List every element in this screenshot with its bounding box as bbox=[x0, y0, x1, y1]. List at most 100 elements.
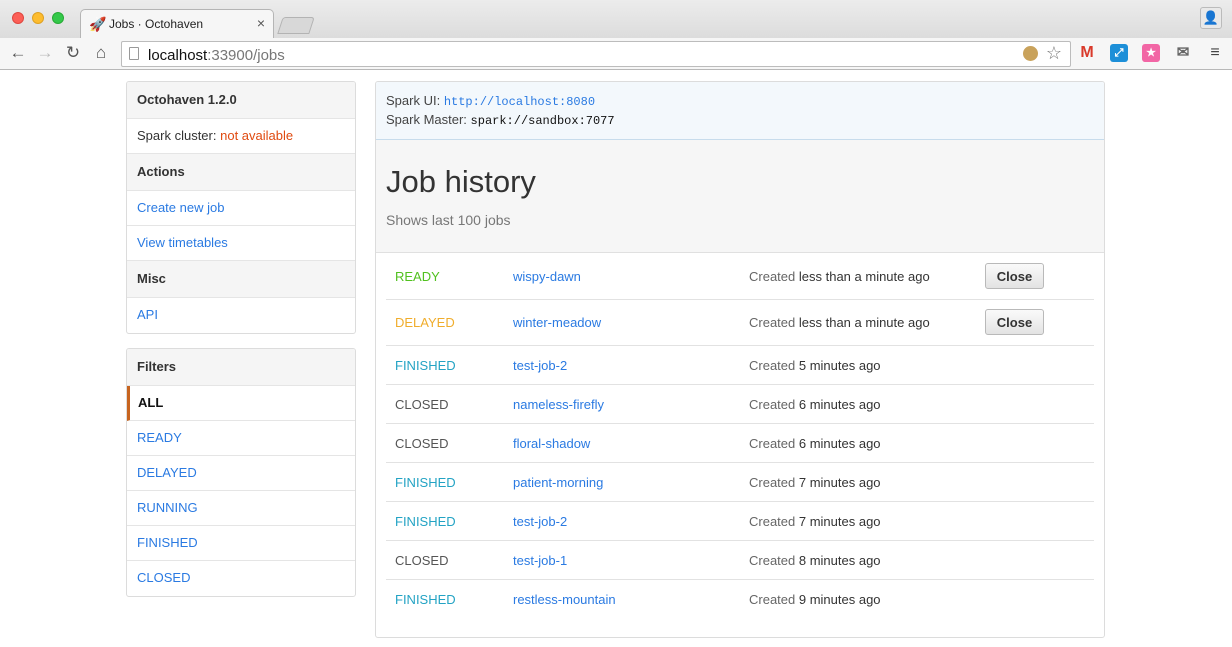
job-row: FINISHED test-job-2 Created 7 minutes ago bbox=[386, 502, 1094, 541]
browser-titlebar: 🚀 Jobs · Octohaven × 👤 bbox=[0, 0, 1232, 38]
job-name-link[interactable]: test-job-2 bbox=[513, 358, 567, 373]
created-label: Created bbox=[749, 553, 796, 568]
actions-heading: Actions bbox=[127, 154, 355, 191]
job-name-link[interactable]: wispy-dawn bbox=[513, 269, 581, 284]
close-job-button[interactable]: Close bbox=[985, 263, 1044, 289]
forward-icon[interactable]: → bbox=[35, 43, 55, 63]
job-age: 8 minutes ago bbox=[798, 553, 881, 568]
app-title: Octohaven 1.2.0 bbox=[127, 82, 355, 119]
address-bar[interactable]: localhost:33900/jobs ☆ bbox=[121, 41, 1071, 67]
filters-heading: Filters bbox=[127, 349, 355, 386]
spark-ui-link[interactable]: http://localhost:8080 bbox=[444, 95, 595, 109]
created-label: Created bbox=[749, 269, 796, 284]
spark-info: Spark UI: http://localhost:8080 Spark Ma… bbox=[376, 82, 1104, 140]
back-icon[interactable]: ← bbox=[8, 43, 28, 63]
cookie-icon[interactable] bbox=[1023, 46, 1038, 61]
create-new-job-link[interactable]: Create new job bbox=[127, 191, 355, 226]
cluster-status: not available bbox=[220, 128, 294, 143]
filter-delayed[interactable]: DELAYED bbox=[127, 456, 355, 491]
job-created: Created 8 minutes ago bbox=[749, 553, 881, 568]
tab-close-icon[interactable]: × bbox=[257, 15, 265, 31]
mail-extension-icon[interactable]: ✉ bbox=[1174, 44, 1192, 62]
filters-panel: Filters ALL READY DELAYED RUNNING FINISH… bbox=[126, 348, 356, 597]
gmail-extension-icon[interactable]: M bbox=[1078, 44, 1096, 62]
api-link[interactable]: API bbox=[127, 298, 355, 333]
job-created: Created 6 minutes ago bbox=[749, 397, 881, 412]
created-label: Created bbox=[749, 358, 796, 373]
job-row: CLOSED nameless-firefly Created 6 minutes … bbox=[386, 385, 1094, 424]
job-age: 7 minutes ago bbox=[798, 514, 881, 529]
job-name-link[interactable]: test-job-1 bbox=[513, 553, 567, 568]
job-age: 7 minutes ago bbox=[798, 475, 881, 490]
job-name-link[interactable]: test-job-2 bbox=[513, 514, 567, 529]
filter-finished[interactable]: FINISHED bbox=[127, 526, 355, 561]
job-status: FINISHED bbox=[395, 514, 456, 529]
job-created: Created less than a minute ago bbox=[749, 315, 930, 330]
jobs-list: READY wispy-dawn Created less than a minut… bbox=[386, 254, 1094, 619]
job-row: FINISHED patient-morning Created 7 minutes… bbox=[386, 463, 1094, 502]
job-row: DELAYED winter-meadow Created less than a … bbox=[386, 300, 1094, 346]
job-status: READY bbox=[395, 269, 440, 284]
rocket-icon: 🚀 bbox=[89, 16, 107, 32]
bookmark-star-icon[interactable]: ☆ bbox=[1046, 43, 1062, 64]
job-created: Created less than a minute ago bbox=[749, 269, 930, 284]
job-status: CLOSED bbox=[395, 397, 449, 412]
job-created: Created 5 minutes ago bbox=[749, 358, 881, 373]
job-status: FINISHED bbox=[395, 358, 456, 373]
job-row: CLOSED test-job-1 Created 8 minutes ago bbox=[386, 541, 1094, 580]
job-age: 5 minutes ago bbox=[798, 358, 881, 373]
job-history-panel: Spark UI: http://localhost:8080 Spark Ma… bbox=[375, 81, 1105, 638]
job-age: less than a minute ago bbox=[798, 269, 930, 284]
created-label: Created bbox=[749, 315, 796, 330]
browser-tab[interactable]: 🚀 Jobs · Octohaven × bbox=[80, 9, 274, 38]
page-title: Job history bbox=[386, 164, 536, 199]
filter-running[interactable]: RUNNING bbox=[127, 491, 355, 526]
created-label: Created bbox=[749, 514, 796, 529]
job-age: 6 minutes ago bbox=[798, 436, 881, 451]
filter-ready[interactable]: READY bbox=[127, 421, 355, 456]
star-extension-icon[interactable]: ★ bbox=[1142, 44, 1160, 62]
created-label: Created bbox=[749, 592, 796, 607]
link-extension-icon[interactable]: ⤢ bbox=[1110, 44, 1128, 62]
menu-icon[interactable]: ≡ bbox=[1206, 44, 1224, 62]
filter-closed[interactable]: CLOSED bbox=[127, 561, 355, 596]
spark-master-value: spark://sandbox:7077 bbox=[470, 114, 615, 128]
job-name-link[interactable]: nameless-firefly bbox=[513, 397, 604, 412]
maximize-window-button[interactable] bbox=[52, 12, 64, 24]
job-status: DELAYED bbox=[395, 315, 455, 330]
close-window-button[interactable] bbox=[12, 12, 24, 24]
job-status: CLOSED bbox=[395, 436, 449, 451]
job-name-link[interactable]: patient-morning bbox=[513, 475, 603, 490]
job-created: Created 9 minutes ago bbox=[749, 592, 881, 607]
job-created: Created 7 minutes ago bbox=[749, 514, 881, 529]
page-icon bbox=[129, 47, 139, 60]
job-status: FINISHED bbox=[395, 592, 456, 607]
created-label: Created bbox=[749, 397, 796, 412]
browser-toolbar: ← → ↻ ⌂ localhost:33900/jobs ☆ M ⤢ ★ ✉ ≡ bbox=[0, 38, 1232, 70]
job-age: less than a minute ago bbox=[798, 315, 930, 330]
job-row: FINISHED restless-mountain Created 9 minut… bbox=[386, 580, 1094, 619]
view-timetables-link[interactable]: View timetables bbox=[127, 226, 355, 261]
home-icon[interactable]: ⌂ bbox=[91, 43, 111, 63]
job-name-link[interactable]: restless-mountain bbox=[513, 592, 616, 607]
page-subtitle: Shows last 100 jobs bbox=[386, 212, 511, 228]
close-job-button[interactable]: Close bbox=[985, 309, 1044, 335]
job-age: 9 minutes ago bbox=[798, 592, 881, 607]
spark-ui-label: Spark UI: bbox=[386, 93, 441, 108]
job-row: CLOSED floral-shadow Created 6 minutes ago bbox=[386, 424, 1094, 463]
reload-icon[interactable]: ↻ bbox=[63, 43, 83, 63]
minimize-window-button[interactable] bbox=[32, 12, 44, 24]
url-text[interactable]: localhost:33900/jobs bbox=[148, 47, 285, 64]
job-name-link[interactable]: winter-meadow bbox=[513, 315, 601, 330]
profile-icon[interactable]: 👤 bbox=[1200, 7, 1222, 29]
filter-all[interactable]: ALL bbox=[127, 386, 355, 421]
spark-master-label: Spark Master: bbox=[386, 112, 467, 127]
job-created: Created 7 minutes ago bbox=[749, 475, 881, 490]
job-row: READY wispy-dawn Created less than a minut… bbox=[386, 254, 1094, 300]
new-tab-button[interactable] bbox=[277, 17, 315, 34]
job-name-link[interactable]: floral-shadow bbox=[513, 436, 590, 451]
cluster-status-row: Spark cluster: not available bbox=[127, 119, 355, 154]
job-row: FINISHED test-job-2 Created 5 minutes ago bbox=[386, 346, 1094, 385]
misc-heading: Misc bbox=[127, 261, 355, 298]
cluster-label: Spark cluster: bbox=[137, 128, 217, 143]
